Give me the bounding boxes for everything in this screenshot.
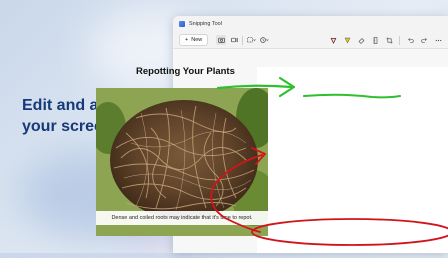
window-title: Snipping Tool [189, 21, 222, 27]
toolbar-divider [242, 35, 244, 45]
screenshot-document [257, 67, 448, 253]
markup-tools [329, 35, 442, 45]
new-button[interactable]: + New [179, 34, 209, 46]
undo-icon[interactable] [406, 35, 414, 45]
crop-icon[interactable] [385, 35, 393, 45]
highlighter-icon[interactable] [343, 35, 351, 45]
toolbar: + New [173, 32, 448, 49]
capture-mode-group [216, 35, 269, 45]
title-bar: Snipping Tool [173, 16, 448, 32]
snipping-tool-app-icon [179, 21, 185, 27]
plus-icon: + [185, 37, 189, 43]
eraser-icon[interactable] [357, 35, 365, 45]
ruler-icon[interactable] [371, 35, 379, 45]
document-title: Repotting Your Plants [136, 66, 235, 77]
more-icon[interactable] [434, 35, 442, 45]
camera-icon[interactable] [216, 35, 227, 45]
photo-caption: Dense and coiled roots may indicate that… [96, 211, 268, 225]
redo-icon[interactable] [420, 35, 428, 45]
ballpoint-pen-icon[interactable] [329, 35, 337, 45]
snip-mode-icon[interactable] [246, 35, 256, 45]
video-icon[interactable] [229, 35, 239, 45]
timer-icon[interactable] [259, 35, 269, 45]
toolbar-divider [399, 35, 400, 45]
new-button-label: New [191, 37, 203, 43]
